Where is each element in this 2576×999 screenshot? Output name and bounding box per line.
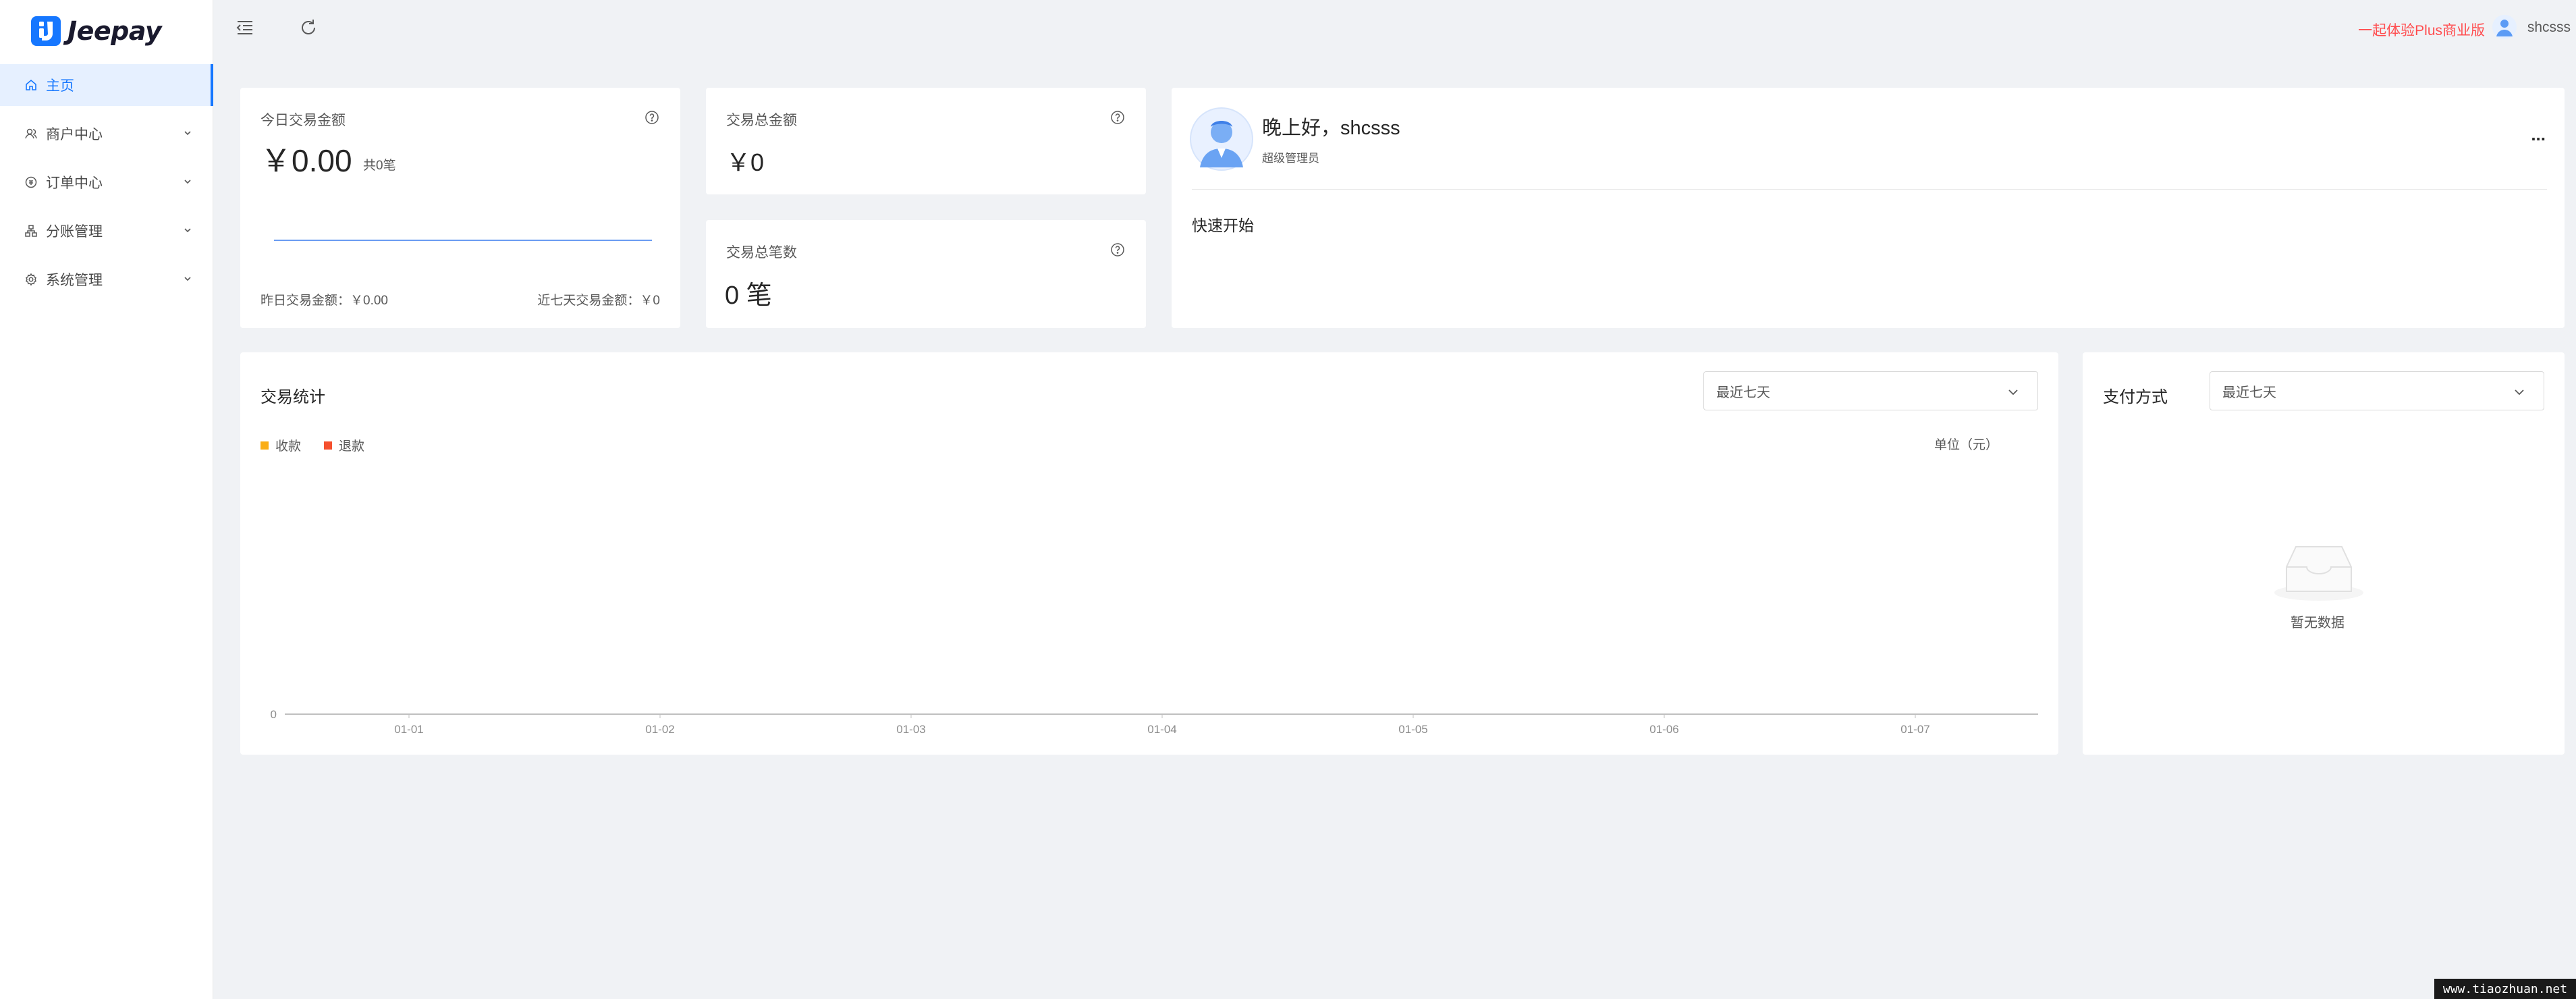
x-tick-label: 01-02 — [645, 723, 674, 736]
pay-method-card: 支付方式 最近七天 暂无数据 — [2083, 352, 2565, 755]
last7-amount: 近七天交易金额：￥0 — [537, 294, 660, 308]
pay-range-value: 最近七天 — [2222, 385, 2276, 400]
role-label: 超级管理员 — [1262, 152, 1319, 165]
x-tick-label: 01-01 — [394, 723, 423, 736]
today-sparkline — [274, 240, 652, 241]
pay-method-title: 支付方式 — [2103, 388, 2168, 406]
chevron-down-icon — [184, 228, 191, 233]
sidebar-item-division[interactable]: 分账管理 — [0, 210, 213, 252]
merchant-icon — [25, 128, 37, 139]
total-count-card: 交易总笔数 0 笔 — [706, 220, 1146, 328]
user-avatar-large — [1190, 107, 1253, 171]
sidebar: Jeepay 主页 商户中心 订单中心 分账管理 系统管理 — [0, 0, 213, 999]
x-tick-label: 01-03 — [896, 723, 925, 736]
user-name[interactable]: shcsss — [2527, 20, 2571, 36]
today-count: 共0笔 — [363, 159, 396, 173]
quick-start-title: 快速开始 — [1192, 217, 1254, 234]
home-icon — [26, 79, 36, 90]
x-tick-label: 01-06 — [1649, 723, 1678, 736]
total-amount-value: ￥0 — [726, 148, 765, 176]
x-tick-label: 01-05 — [1398, 723, 1427, 736]
sidebar-item-home[interactable]: 主页 — [0, 64, 213, 106]
sidebar-item-settings[interactable]: 系统管理 — [0, 259, 213, 300]
division-icon — [25, 225, 37, 237]
total-amount-title: 交易总金额 — [726, 113, 797, 128]
jeepay-logo-icon — [31, 16, 61, 46]
sidebar-item-label: 订单中心 — [46, 176, 103, 191]
pay-range-select[interactable]: 最近七天 — [2210, 371, 2544, 410]
chevron-down-icon — [184, 180, 191, 184]
total-count-title: 交易总笔数 — [726, 245, 797, 261]
total-amount-card: 交易总金额 ￥0 — [706, 88, 1146, 194]
today-amount-title: 今日交易金额 — [261, 113, 346, 128]
x-tick-label: 01-04 — [1147, 723, 1176, 736]
transaction-line-chart: 0 01-01 01-02 01-03 01-04 01-05 01-06 01-07 — [271, 708, 2038, 736]
today-amount-value: ￥0.00 — [261, 143, 352, 178]
greeting: 晚上好，shcsss — [1262, 117, 1400, 139]
empty-text: 暂无数据 — [2291, 616, 2345, 630]
logo[interactable]: Jeepay — [30, 12, 162, 50]
more-button[interactable]: ... — [2531, 124, 2546, 145]
sidebar-item-merchant[interactable]: 商户中心 — [0, 113, 213, 155]
order-icon — [25, 176, 37, 188]
empty-inbox-icon — [2274, 546, 2363, 601]
settings-icon — [26, 273, 36, 286]
chevron-down-icon — [184, 277, 191, 281]
total-count-value: 0 笔 — [725, 281, 772, 310]
x-tick-label: 01-07 — [1900, 723, 1929, 736]
sidebar-item-label: 主页 — [46, 78, 74, 94]
welcome-card: 晚上好，shcsss 超级管理员 ... 快速开始 — [1172, 88, 2565, 328]
chevron-down-icon — [184, 131, 191, 136]
sidebar-item-order[interactable]: 订单中心 — [0, 161, 213, 203]
logo-text: Jeepay — [67, 16, 162, 46]
divider — [1192, 189, 2547, 190]
help-icon[interactable] — [644, 109, 660, 126]
avatar[interactable] — [2492, 15, 2517, 39]
sidebar-item-label: 分账管理 — [46, 224, 103, 240]
promo-link[interactable]: 一起体验Plus商业版 — [2358, 20, 2485, 40]
sidebar-item-label: 系统管理 — [46, 273, 103, 288]
chevron-down-icon — [2515, 389, 2524, 396]
refresh-icon[interactable] — [297, 16, 320, 39]
help-icon[interactable] — [1109, 242, 1126, 258]
watermark: www.tiaozhuan.net — [2434, 979, 2576, 999]
help-icon[interactable] — [1109, 109, 1126, 126]
menu-fold-icon[interactable] — [234, 16, 256, 39]
y-tick-label: 0 — [271, 708, 277, 721]
transaction-stats-card: 交易统计 最近七天 收款 退款 单位（元） 0 01-01 01-02 01-03 01… — [240, 352, 2058, 755]
sidebar-item-label: 商户中心 — [46, 127, 103, 142]
sidebar-menu: 主页 商户中心 订单中心 分账管理 系统管理 — [0, 64, 213, 307]
today-amount-card: 今日交易金额 ￥0.00 共0笔 昨日交易金额：￥0.00 近七天交易金额：￥0 — [240, 88, 680, 328]
yesterday-amount: 昨日交易金额：￥0.00 — [261, 294, 388, 308]
